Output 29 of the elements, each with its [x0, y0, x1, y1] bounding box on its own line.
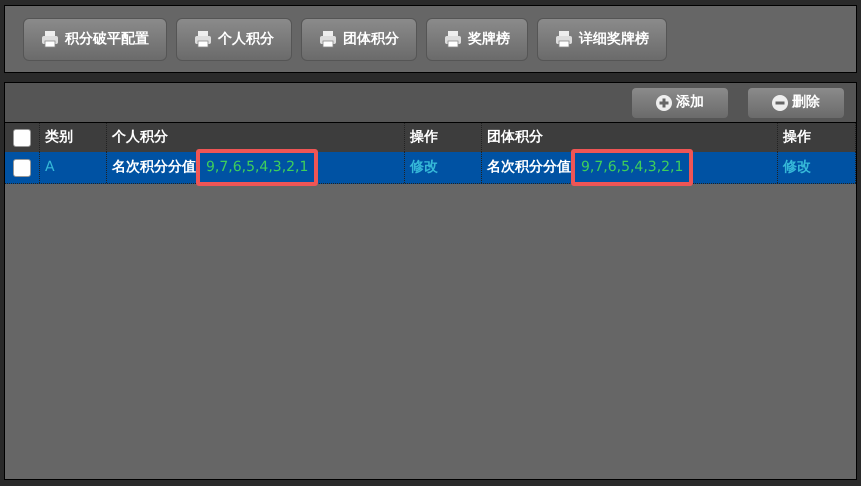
add-button[interactable]: 添加 — [632, 88, 728, 118]
column-header: 操作 — [410, 128, 438, 147]
checkbox[interactable] — [13, 128, 31, 146]
toolbar-button[interactable]: 详细奖牌榜 — [537, 18, 667, 60]
minus-icon — [772, 94, 788, 110]
column-header: 个人积分 — [112, 128, 168, 147]
printer-icon — [41, 30, 59, 48]
column-header: 团体积分 — [487, 128, 543, 147]
toolbar-button[interactable]: 积分破平配置 — [23, 18, 167, 60]
checkbox[interactable] — [13, 158, 31, 176]
toolbar-button[interactable]: 团体积分 — [301, 18, 417, 60]
column-header: 操作 — [783, 128, 811, 147]
score-values: 9,7,6,5,4,3,2,1 — [196, 149, 318, 186]
printer-icon — [319, 30, 337, 48]
edit-link[interactable]: 修改 — [783, 157, 811, 178]
plus-icon — [656, 94, 672, 110]
printer-icon — [444, 30, 462, 48]
score-values: 9,7,6,5,4,3,2,1 — [571, 149, 694, 186]
edit-link[interactable]: 修改 — [410, 157, 438, 178]
score-label: 名次积分分值 — [112, 158, 196, 177]
category-cell-text: A — [45, 158, 55, 177]
toolbar-button[interactable]: 个人积分 — [176, 18, 292, 60]
column-header: 类别 — [45, 128, 73, 147]
toolbar-button[interactable]: 奖牌榜 — [426, 18, 528, 60]
delete-button[interactable]: 删除 — [748, 88, 844, 118]
printer-icon — [555, 30, 573, 48]
table-row[interactable]: A 名次积分分值 9,7,6,5,4,3,2,1 修改 名次积分分值 9,7,6,5,4,3,2,1 修改 — [5, 152, 856, 184]
printer-icon — [194, 30, 212, 48]
score-label: 名次积分分值 — [487, 158, 571, 177]
